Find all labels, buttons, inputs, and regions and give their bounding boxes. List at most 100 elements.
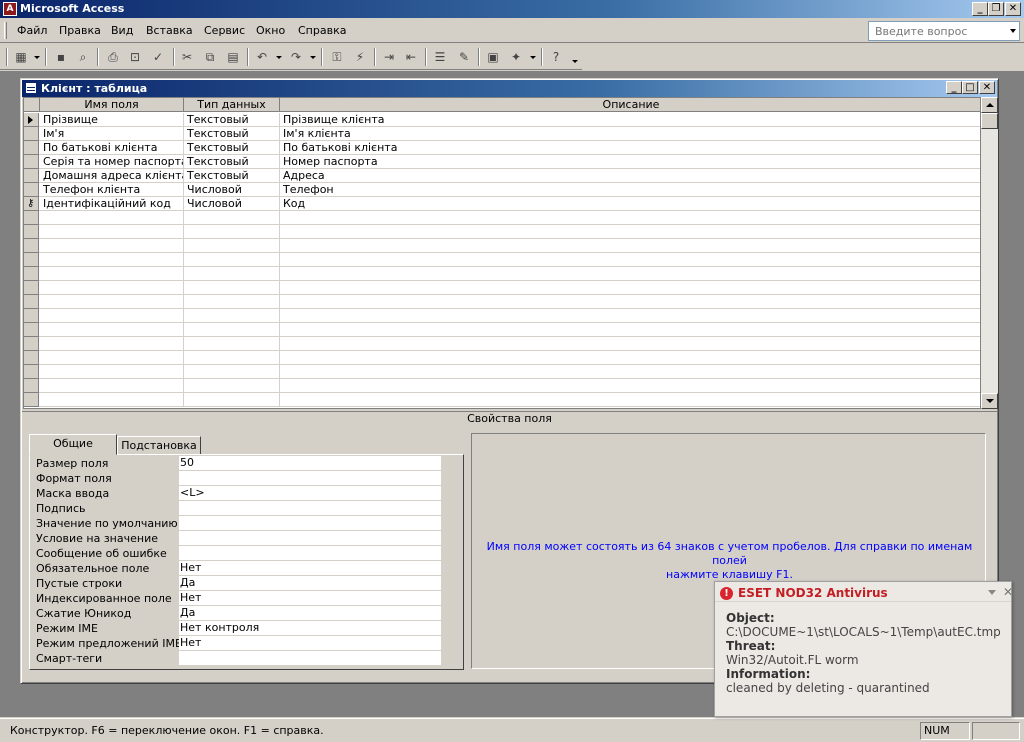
- field-name-cell[interactable]: [40, 267, 184, 281]
- data-type-cell[interactable]: Текстовый: [184, 141, 280, 155]
- child-close-button[interactable]: ✕: [979, 81, 995, 94]
- close-icon[interactable]: ✕: [1003, 586, 1013, 598]
- view-dropdown-icon[interactable]: [34, 56, 40, 59]
- menu-file[interactable]: Файл: [17, 24, 47, 37]
- data-type-cell[interactable]: [184, 281, 280, 295]
- description-cell[interactable]: Телефон: [280, 183, 980, 197]
- new-object-dropdown-icon[interactable]: [530, 56, 536, 59]
- tab-general[interactable]: Общие: [29, 434, 117, 455]
- row-selector[interactable]: [24, 225, 39, 239]
- description-cell[interactable]: Ім'я клієнта: [280, 127, 980, 141]
- description-cell[interactable]: [280, 253, 980, 267]
- empty-table-row[interactable]: [24, 323, 980, 337]
- child-maximize-button[interactable]: □: [962, 81, 978, 94]
- undo-dropdown-icon[interactable]: [276, 56, 282, 59]
- row-selector[interactable]: [24, 127, 39, 141]
- menu-help[interactable]: Справка: [298, 24, 346, 37]
- data-type-cell[interactable]: [184, 323, 280, 337]
- description-cell[interactable]: [280, 211, 980, 225]
- menu-view[interactable]: Вид: [111, 24, 133, 37]
- row-selector[interactable]: [24, 267, 39, 281]
- table-row[interactable]: Прізвище Текстовый Прізвище клієнта: [24, 113, 980, 127]
- field-name-cell[interactable]: [40, 309, 184, 323]
- data-type-cell[interactable]: [184, 225, 280, 239]
- data-type-cell[interactable]: Текстовый: [184, 169, 280, 183]
- empty-table-row[interactable]: [24, 309, 980, 323]
- column-header-data-type[interactable]: Тип данных: [184, 98, 280, 112]
- paste-icon[interactable]: ▤: [224, 48, 242, 66]
- scroll-down-button[interactable]: [981, 393, 998, 409]
- field-name-cell[interactable]: Серія та номер паспорта клієнта: [40, 155, 184, 169]
- column-header-field-name[interactable]: Имя поля: [40, 98, 184, 112]
- empty-table-row[interactable]: [24, 393, 980, 407]
- empty-table-row[interactable]: [24, 365, 980, 379]
- minimize-button[interactable]: _: [972, 2, 988, 16]
- table-row[interactable]: По батькові клієнта Текстовый По батькові …: [24, 141, 980, 155]
- property-value-field[interactable]: Нет контроля: [179, 621, 441, 635]
- empty-table-row[interactable]: [24, 225, 980, 239]
- properties-icon[interactable]: ☰: [431, 48, 449, 66]
- data-type-cell[interactable]: [184, 239, 280, 253]
- table-row[interactable]: Домашня адреса клієнта Текстовый Адреса: [24, 169, 980, 183]
- table-window-title-bar[interactable]: Клієнт : таблица _ □ ✕: [22, 80, 997, 97]
- ask-question-input[interactable]: Введите вопрос: [868, 21, 1020, 41]
- description-cell[interactable]: Прізвище клієнта: [280, 113, 980, 127]
- field-name-cell[interactable]: Ідентифікаційний код: [40, 197, 184, 211]
- data-type-cell[interactable]: [184, 337, 280, 351]
- data-type-cell[interactable]: [184, 351, 280, 365]
- field-name-cell[interactable]: [40, 211, 184, 225]
- empty-table-row[interactable]: [24, 351, 980, 365]
- column-header-description[interactable]: Описание: [280, 98, 980, 112]
- property-value-field[interactable]: <L>: [179, 486, 441, 500]
- new-object-icon[interactable]: ✦: [507, 48, 525, 66]
- field-name-cell[interactable]: [40, 225, 184, 239]
- help-icon[interactable]: ?: [547, 48, 565, 66]
- row-selector[interactable]: [24, 253, 39, 267]
- field-name-cell[interactable]: Прізвище: [40, 113, 184, 127]
- property-value-field[interactable]: [179, 516, 441, 530]
- empty-table-row[interactable]: [24, 295, 980, 309]
- table-icon[interactable]: [25, 82, 37, 94]
- delete-rows-icon[interactable]: ⇤: [402, 48, 420, 66]
- field-name-cell[interactable]: По батькові клієнта: [40, 141, 184, 155]
- table-row[interactable]: ⚷ Ідентифікаційний код Числовой Код: [24, 197, 980, 211]
- field-name-cell[interactable]: [40, 337, 184, 351]
- search-icon[interactable]: ⌕: [74, 48, 92, 66]
- print-preview-icon[interactable]: ⊡: [126, 48, 144, 66]
- data-type-cell[interactable]: [184, 393, 280, 407]
- tab-lookup[interactable]: Подстановка: [117, 436, 201, 455]
- property-value-field[interactable]: Нет: [179, 636, 441, 650]
- description-cell[interactable]: [280, 337, 980, 351]
- table-row[interactable]: Ім'я Текстовый Ім'я клієнта: [24, 127, 980, 141]
- row-selector[interactable]: [24, 295, 39, 309]
- property-value-field[interactable]: Да: [179, 576, 441, 590]
- empty-table-row[interactable]: [24, 211, 980, 225]
- row-selector[interactable]: [24, 351, 39, 365]
- description-cell[interactable]: По батькові клієнта: [280, 141, 980, 155]
- description-cell[interactable]: Код: [280, 197, 980, 211]
- data-type-cell[interactable]: [184, 309, 280, 323]
- property-value-field[interactable]: Нет: [179, 591, 441, 605]
- data-type-cell[interactable]: [184, 253, 280, 267]
- data-type-cell[interactable]: Числовой: [184, 183, 280, 197]
- field-name-cell[interactable]: [40, 393, 184, 407]
- table-row[interactable]: Телефон клієнта Числовой Телефон: [24, 183, 980, 197]
- property-value-field[interactable]: 50: [179, 456, 441, 470]
- save-icon[interactable]: ▪: [52, 48, 70, 66]
- field-name-cell[interactable]: Ім'я: [40, 127, 184, 141]
- menu-window[interactable]: Окно: [256, 24, 285, 37]
- data-type-cell[interactable]: Числовой: [184, 197, 280, 211]
- property-value-field[interactable]: [179, 651, 441, 665]
- row-selector[interactable]: [24, 113, 39, 127]
- view-icon[interactable]: ▦: [12, 48, 30, 66]
- property-value-field[interactable]: Нет: [179, 561, 441, 575]
- spelling-icon[interactable]: ✓: [149, 48, 167, 66]
- description-cell[interactable]: [280, 351, 980, 365]
- chevron-down-icon[interactable]: [1010, 29, 1016, 33]
- description-cell[interactable]: [280, 365, 980, 379]
- redo-icon[interactable]: ↷: [287, 48, 305, 66]
- scroll-thumb[interactable]: [981, 113, 998, 129]
- property-value-field[interactable]: [179, 501, 441, 515]
- row-selector[interactable]: [24, 239, 39, 253]
- row-selector[interactable]: [24, 169, 39, 183]
